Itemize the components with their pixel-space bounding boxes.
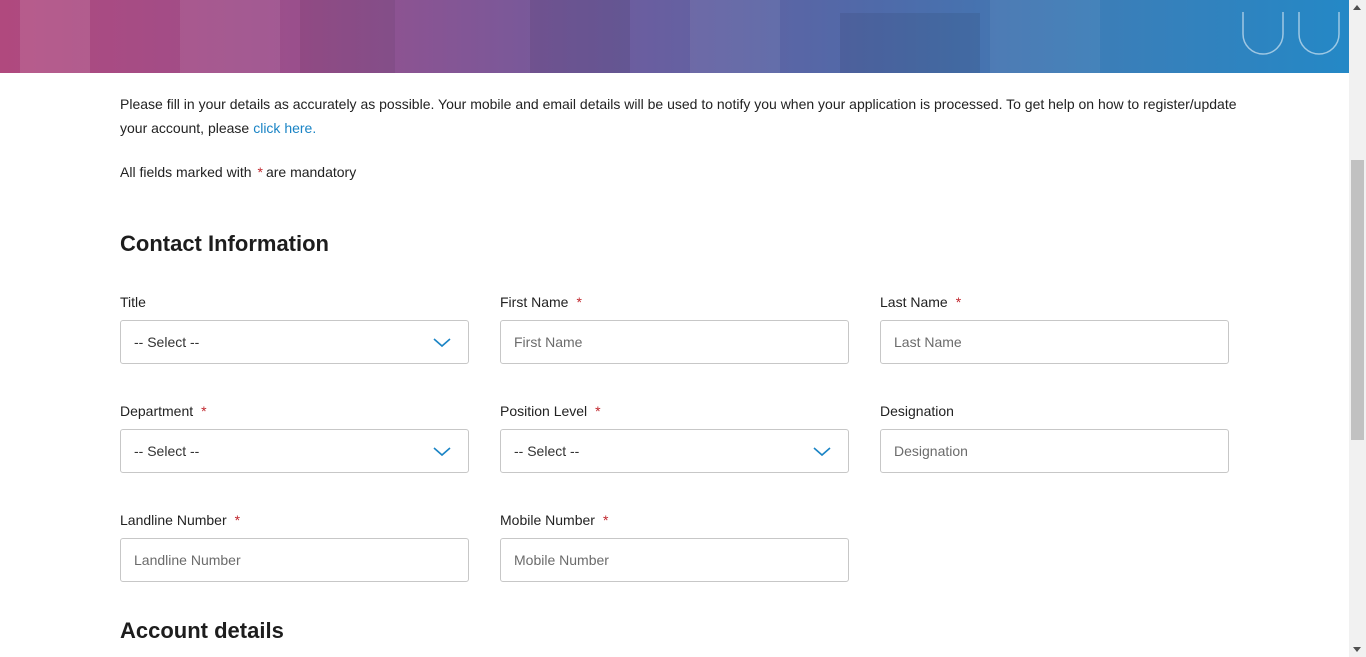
last-name-label: Last Name * bbox=[880, 292, 1229, 312]
landline-field: Landline Number * bbox=[120, 510, 469, 582]
banner-building bbox=[180, 0, 280, 73]
required-star: * bbox=[201, 403, 207, 419]
position-level-label: Position Level * bbox=[500, 401, 849, 421]
mandatory-note: All fields marked with * are mandatory bbox=[120, 161, 356, 183]
page-scrollbar[interactable] bbox=[1349, 0, 1366, 657]
title-select-value: -- Select -- bbox=[134, 334, 200, 350]
scrollbar-thumb[interactable] bbox=[1351, 160, 1364, 440]
title-field: Title -- Select -- bbox=[120, 292, 469, 364]
position-level-label-text: Position Level bbox=[500, 403, 588, 419]
designation-field: Designation bbox=[880, 401, 1229, 473]
contact-information-heading: Contact Information bbox=[120, 231, 329, 256]
mandatory-prefix: All fields marked with bbox=[120, 164, 252, 180]
landline-input[interactable] bbox=[120, 538, 469, 582]
banner-building bbox=[300, 0, 395, 73]
title-label: Title bbox=[120, 292, 469, 312]
banner-building bbox=[990, 0, 1100, 73]
last-name-input[interactable] bbox=[880, 320, 1229, 364]
help-link[interactable]: click here. bbox=[253, 120, 316, 136]
required-star: * bbox=[234, 512, 241, 528]
first-name-label-text: First Name bbox=[500, 294, 569, 310]
department-select[interactable]: -- Select -- bbox=[120, 429, 469, 473]
intro-text: Please fill in your details as accuratel… bbox=[120, 92, 1240, 140]
mobile-input[interactable] bbox=[500, 538, 849, 582]
position-level-field: Position Level * -- Select -- bbox=[500, 401, 849, 473]
designation-label: Designation bbox=[880, 401, 1229, 421]
department-label: Department * bbox=[120, 401, 469, 421]
designation-input[interactable] bbox=[880, 429, 1229, 473]
chevron-down-icon bbox=[433, 338, 451, 348]
mobile-label: Mobile Number * bbox=[500, 510, 849, 530]
required-star: * bbox=[595, 403, 601, 419]
position-level-select-value: -- Select -- bbox=[514, 443, 580, 459]
landline-label-text: Landline Number bbox=[120, 512, 227, 528]
first-name-label: First Name * bbox=[500, 292, 849, 312]
department-select-value: -- Select -- bbox=[134, 443, 200, 459]
position-level-select[interactable]: -- Select -- bbox=[500, 429, 849, 473]
last-name-field: Last Name * bbox=[880, 292, 1229, 364]
banner-building bbox=[530, 0, 630, 73]
title-select[interactable]: -- Select -- bbox=[120, 320, 469, 364]
department-field: Department * -- Select -- bbox=[120, 401, 469, 473]
department-label-text: Department bbox=[120, 403, 194, 419]
landline-label: Landline Number * bbox=[120, 510, 469, 530]
banner-building bbox=[20, 0, 90, 73]
header-banner bbox=[0, 0, 1349, 73]
banner-building bbox=[690, 0, 780, 73]
required-star: * bbox=[257, 164, 263, 180]
mobile-field: Mobile Number * bbox=[500, 510, 849, 582]
required-star: * bbox=[955, 294, 962, 310]
first-name-input[interactable] bbox=[500, 320, 849, 364]
designation-label-text: Designation bbox=[880, 403, 954, 419]
required-star: * bbox=[602, 512, 609, 528]
first-name-field: First Name * bbox=[500, 292, 849, 364]
last-name-label-text: Last Name bbox=[880, 294, 948, 310]
chevron-down-icon bbox=[813, 447, 831, 457]
mandatory-suffix: are mandatory bbox=[265, 164, 357, 180]
scroll-up-icon[interactable] bbox=[1353, 5, 1361, 10]
chevron-down-icon bbox=[433, 447, 451, 457]
required-star: * bbox=[576, 294, 582, 310]
brand-logo-icon bbox=[1242, 12, 1340, 55]
banner-building bbox=[840, 13, 980, 73]
account-details-heading: Account details bbox=[120, 618, 284, 643]
mobile-label-text: Mobile Number bbox=[500, 512, 595, 528]
title-label-text: Title bbox=[120, 294, 146, 310]
scroll-down-icon[interactable] bbox=[1353, 647, 1361, 652]
